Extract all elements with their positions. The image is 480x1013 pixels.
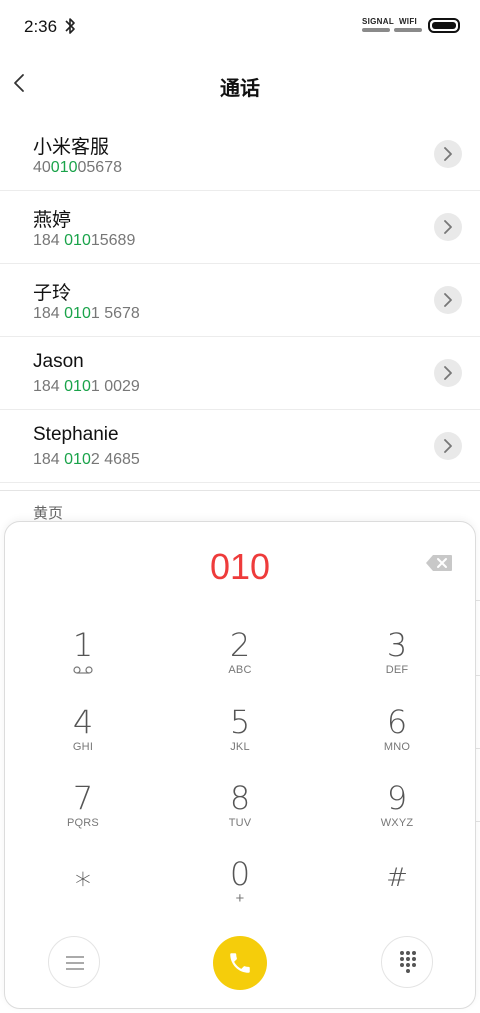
contact-number: 184 0101 5678 [33, 305, 140, 322]
key-3[interactable]: 3 DEF [342, 627, 452, 697]
matched-digits: 010 [64, 378, 91, 395]
dialpad-toggle-button[interactable] [381, 936, 433, 988]
key-1[interactable]: 1 [28, 627, 138, 697]
voicemail-icon [73, 666, 93, 674]
contact-list: 小米客服 4001005678 燕婷 184 01015689 子玲 184 0… [0, 118, 480, 483]
status-bar: 2:36 SIGNAL WIFI [0, 0, 480, 52]
entered-number: 010 [209, 546, 271, 587]
key-7[interactable]: 7 PQRS [28, 780, 138, 850]
menu-icon [66, 956, 84, 970]
call-button[interactable] [213, 936, 267, 990]
matched-digits: 010 [64, 232, 91, 249]
contact-name: 子玲 [33, 283, 72, 304]
contact-row[interactable]: Stephanie 184 0102 4685 [0, 410, 480, 483]
menu-button[interactable] [48, 936, 100, 988]
key-0[interactable]: 0 + [185, 856, 295, 926]
chevron-right-icon[interactable] [434, 432, 462, 460]
contact-name: Jason [33, 351, 84, 372]
key-9[interactable]: 9 WXYZ [342, 780, 452, 850]
contact-row[interactable]: 子玲 184 0101 5678 [0, 264, 480, 337]
contact-name: Stephanie [33, 424, 119, 445]
dialpad-panel: 010 1 2 ABC 3 DEF 4 GHI 5 JKL 6 MNO 7 PQ… [4, 521, 476, 1009]
contact-name: 小米客服 [33, 137, 110, 158]
contact-row[interactable]: 燕婷 184 01015689 [0, 191, 480, 264]
chevron-right-icon[interactable] [434, 213, 462, 241]
signal-icon: SIGNAL [362, 17, 394, 32]
dialer-screen: 2:36 SIGNAL WIFI 通话 小米客服 4001005678 燕婷 1… [0, 0, 480, 1013]
contact-number: 4001005678 [33, 159, 122, 176]
contact-number: 184 01015689 [33, 232, 136, 249]
matched-digits: 010 [64, 451, 91, 468]
contact-name: 燕婷 [33, 210, 72, 231]
battery-icon [428, 18, 460, 33]
keypad-grid-icon [400, 951, 416, 973]
matched-digits: 010 [64, 305, 91, 322]
phone-icon [230, 953, 250, 973]
header: 通话 [0, 60, 480, 110]
status-time: 2:36 [24, 17, 58, 36]
wifi-icon: WIFI [394, 17, 422, 32]
wifi-label: WIFI [398, 17, 418, 26]
page-title: 通话 [220, 78, 260, 100]
key-hash[interactable]: # [342, 860, 452, 930]
contact-row[interactable]: 小米客服 4001005678 [0, 118, 480, 191]
backspace-icon[interactable] [425, 554, 453, 572]
chevron-right-icon[interactable] [434, 140, 462, 168]
key-2[interactable]: 2 ABC [185, 627, 295, 697]
key-6[interactable]: 6 MNO [342, 704, 452, 774]
key-5[interactable]: 5 JKL [185, 704, 295, 774]
contact-row[interactable]: Jason 184 0101 0029 [0, 337, 480, 410]
bluetooth-icon [65, 18, 75, 34]
contact-number: 184 0102 4685 [33, 451, 140, 468]
chevron-right-icon[interactable] [434, 359, 462, 387]
key-4[interactable]: 4 GHI [28, 704, 138, 774]
yellow-pages-label: 黄页 [33, 505, 64, 522]
matched-digits: 010 [50, 159, 78, 176]
signal-label: SIGNAL [362, 17, 395, 26]
key-star[interactable]: ∗ [28, 860, 138, 930]
key-8[interactable]: 8 TUV [185, 780, 295, 850]
section-divider [0, 490, 480, 491]
contact-number: 184 0101 0029 [33, 378, 140, 395]
chevron-right-icon[interactable] [434, 286, 462, 314]
